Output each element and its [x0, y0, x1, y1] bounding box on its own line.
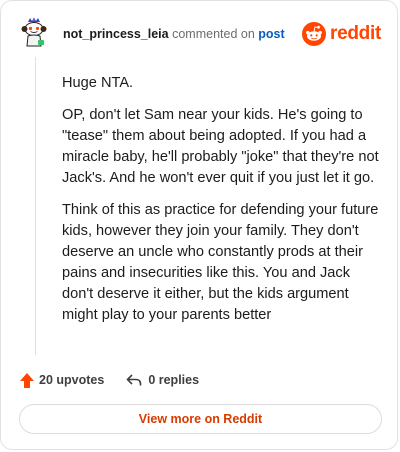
- comment-footer: 20 upvotes 0 replies: [19, 369, 199, 391]
- action-text: commented on: [172, 27, 255, 41]
- upvote-arrow-icon: [20, 372, 34, 388]
- reply-arrow-icon: [127, 374, 142, 386]
- comment-paragraph: Think of this as practice for defending …: [62, 202, 379, 323]
- thread-line: [35, 57, 36, 355]
- reddit-wordmark: reddit: [330, 23, 381, 44]
- comment-header: not_princess_leia commented on post redd…: [19, 15, 381, 55]
- view-more-button[interactable]: View more on Reddit: [19, 404, 382, 434]
- post-link[interactable]: post: [258, 27, 284, 41]
- comment-byline: not_princess_leia commented on post: [63, 27, 285, 41]
- username-link[interactable]: not_princess_leia: [63, 27, 169, 41]
- snoo-avatar-icon: [21, 17, 47, 47]
- replies-button[interactable]: 0 replies: [126, 373, 199, 387]
- comment-paragraph: Huge NTA.: [62, 75, 134, 91]
- embedded-comment-card: not_princess_leia commented on post redd…: [0, 0, 398, 450]
- upvote-button[interactable]: 20 upvotes: [19, 372, 104, 389]
- comment-paragraph: OP, don't let Sam near your kids. He's g…: [62, 107, 379, 186]
- reply-count: 0 replies: [148, 373, 200, 387]
- user-avatar[interactable]: [19, 17, 51, 49]
- reddit-logo[interactable]: reddit: [302, 21, 381, 47]
- reddit-snoo-icon: [302, 22, 327, 46]
- comment-body: Huge NTA. OP, don't let Sam near your ki…: [62, 73, 384, 337]
- upvote-count: 20 upvotes: [39, 373, 105, 387]
